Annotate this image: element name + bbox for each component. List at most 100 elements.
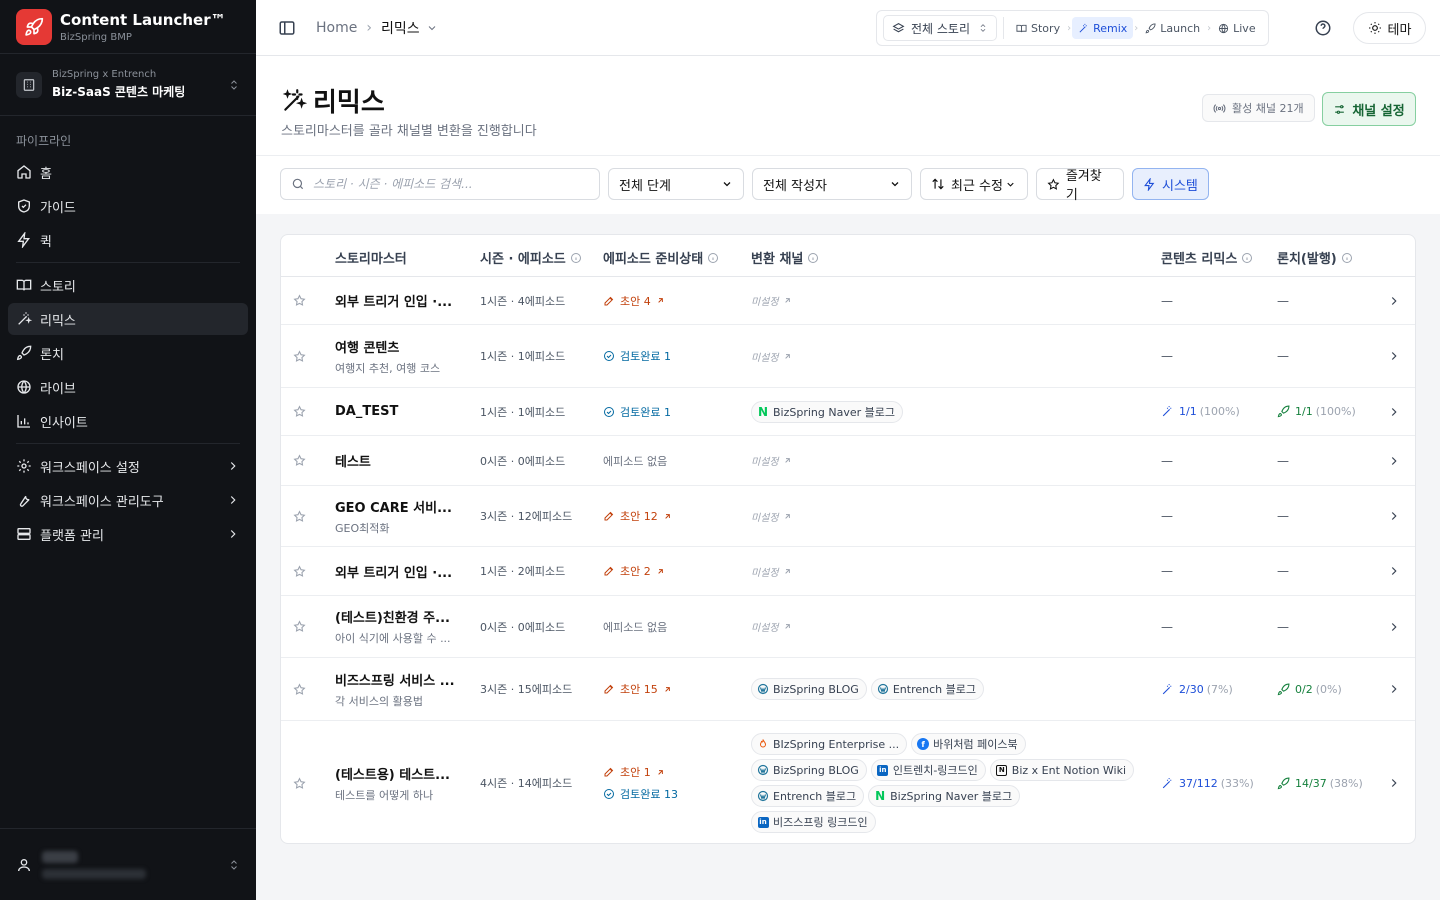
column-header-ready[interactable]: 에피소드 준비상태 xyxy=(603,248,719,267)
pipeline-step-launch[interactable]: Launch xyxy=(1139,17,1206,39)
story-name-cell[interactable]: 테스트 xyxy=(335,436,465,485)
search-input[interactable] xyxy=(313,177,589,191)
favorite-star-icon[interactable] xyxy=(293,388,306,435)
story-name-cell[interactable]: DA_TEST xyxy=(335,388,465,435)
favorites-button[interactable]: 즐겨찾기 xyxy=(1036,168,1124,203)
channel-chip[interactable]: N Biz x Ent Notion Wiki xyxy=(989,759,1135,781)
info-icon[interactable] xyxy=(807,252,819,264)
story-name-cell[interactable]: 외부 트리거 인입 ·... xyxy=(335,277,465,324)
favorite-star-icon[interactable] xyxy=(293,486,306,546)
channel-chip[interactable]: BizSpring BLOG xyxy=(751,678,867,700)
channel-unset[interactable]: 미설정 xyxy=(751,564,1141,579)
pipeline-step-live[interactable]: Live xyxy=(1212,17,1261,39)
launch-progress[interactable]: 0/2 (0%) xyxy=(1277,683,1342,696)
channel-chip[interactable]: in 인트렌치-링크드인 xyxy=(870,759,986,781)
info-icon[interactable] xyxy=(1241,252,1253,264)
channel-chip[interactable]: f 바위처럼 페이스북 xyxy=(911,733,1026,755)
column-header-remix[interactable]: 콘텐츠 리믹스 xyxy=(1161,248,1253,267)
channel-unset[interactable]: 미설정 xyxy=(751,293,1141,308)
chevron-right-icon[interactable] xyxy=(1387,436,1401,485)
channel-unset[interactable]: 미설정 xyxy=(751,619,1141,634)
channel-chip[interactable]: Entrench 블로그 xyxy=(751,785,865,807)
chevron-right-icon[interactable] xyxy=(1387,277,1401,324)
table-row[interactable]: (테스트용) 테스트... 테스트를 어떻게 하나 4시즌 · 14에피소드 초안 1… xyxy=(281,721,1415,843)
arrow-up-right-icon[interactable] xyxy=(663,685,677,694)
sidebar-item-workspace-admin[interactable]: 워크스페이스 관리도구 xyxy=(8,484,248,516)
table-row[interactable]: 외부 트리거 인입 ·... 1시즌 · 4에피소드 초안 4 미설정 — — xyxy=(281,277,1415,325)
sidebar-toggle-icon[interactable] xyxy=(278,19,296,37)
theme-button[interactable]: 테마 xyxy=(1353,12,1426,44)
story-filter-select[interactable]: 전체 스토리 xyxy=(883,15,998,41)
channel-unset[interactable]: 미설정 xyxy=(751,349,1141,364)
breadcrumb-current[interactable]: 리믹스 xyxy=(381,18,420,38)
draft-status[interactable]: 초안 15 xyxy=(603,681,677,697)
favorite-star-icon[interactable] xyxy=(293,658,306,720)
brand[interactable]: Content Launcher™ BizSpring BMP xyxy=(0,0,256,54)
channel-settings-button[interactable]: 채널 설정 xyxy=(1322,92,1416,126)
table-row[interactable]: (테스트)친환경 주... 아이 식기에 사용할 수 ... 0시즌 · 0에피소드… xyxy=(281,596,1415,658)
arrow-up-right-icon[interactable] xyxy=(656,296,670,305)
table-row[interactable]: 외부 트리거 인입 ·... 1시즌 · 2에피소드 초안 2 미설정 — — xyxy=(281,547,1415,596)
chevron-right-icon[interactable] xyxy=(1387,658,1401,720)
channel-chip[interactable]: N BizSpring Naver 블로그 xyxy=(751,400,903,423)
favorite-star-icon[interactable] xyxy=(293,721,306,843)
table-row[interactable]: 테스트 0시즌 · 0에피소드 에피소드 없음 미설정 — — xyxy=(281,436,1415,486)
chevron-right-icon[interactable] xyxy=(1387,325,1401,387)
system-toggle-button[interactable]: 시스템 xyxy=(1132,168,1209,200)
favorite-star-icon[interactable] xyxy=(293,277,306,324)
story-name-cell[interactable]: GEO CARE 서비... GEO최적화 xyxy=(335,486,465,546)
channel-chip[interactable]: Entrench 블로그 xyxy=(870,678,984,700)
channel-chip[interactable]: in 비즈스프링 링크드인 xyxy=(751,811,876,833)
table-row[interactable]: DA_TEST 1시즌 · 1에피소드 검토완료 1 N BizSpring Naver… xyxy=(281,388,1415,436)
sort-select[interactable]: 최근 수정 xyxy=(920,168,1028,200)
draft-status[interactable]: 초안 12 xyxy=(603,508,677,524)
remix-progress[interactable]: 2/30 (7%) xyxy=(1161,683,1233,696)
chevron-down-icon[interactable] xyxy=(426,22,438,34)
workspace-switcher[interactable]: BizSpring x Entrench Biz-SaaS 콘텐츠 마케팅 xyxy=(0,54,256,116)
author-select[interactable]: 전체 작성자 xyxy=(752,168,912,200)
column-header-season[interactable]: 시즌 · 에피소드 xyxy=(480,248,582,267)
story-name-cell[interactable]: 외부 트리거 인입 ·... xyxy=(335,547,465,595)
help-icon[interactable] xyxy=(1314,19,1332,37)
user-menu[interactable] xyxy=(0,828,256,900)
remix-progress[interactable]: 37/112 (33%) xyxy=(1161,777,1254,790)
sidebar-item-insight[interactable]: 인사이트 xyxy=(8,405,248,437)
search-box[interactable] xyxy=(280,168,600,200)
chevron-right-icon[interactable] xyxy=(1387,547,1401,595)
story-name-cell[interactable]: (테스트용) 테스트... 테스트를 어떻게 하나 xyxy=(335,721,465,843)
chevron-right-icon[interactable] xyxy=(1387,721,1401,843)
launch-progress[interactable]: 1/1 (100%) xyxy=(1277,405,1356,418)
chevron-right-icon[interactable] xyxy=(1387,388,1401,435)
channel-chip[interactable]: BizSpring BLOG xyxy=(751,759,867,781)
channel-chip[interactable]: BIzSpring Enterprise ... xyxy=(751,733,908,755)
channel-chip[interactable]: N BizSpring Naver 블로그 xyxy=(868,785,1021,807)
favorite-star-icon[interactable] xyxy=(293,436,306,485)
favorite-star-icon[interactable] xyxy=(293,547,306,595)
story-name-cell[interactable]: (테스트)친환경 주... 아이 식기에 사용할 수 ... xyxy=(335,596,465,657)
sidebar-item-remix[interactable]: 리믹스 xyxy=(8,303,248,335)
arrow-up-right-icon[interactable] xyxy=(663,512,677,521)
stage-select[interactable]: 전체 단계 xyxy=(608,168,744,200)
table-row[interactable]: 비즈스프링 서비스 ... 각 서비스의 활용법 3시즌 · 15에피소드 초안 15… xyxy=(281,658,1415,721)
table-row[interactable]: GEO CARE 서비... GEO최적화 3시즌 · 12에피소드 초안 12 미설정… xyxy=(281,486,1415,547)
story-name-cell[interactable]: 여행 콘텐츠 여행지 추천, 여행 코스 xyxy=(335,325,465,387)
arrow-up-right-icon[interactable] xyxy=(656,768,670,777)
launch-progress[interactable]: 14/37 (38%) xyxy=(1277,777,1363,790)
sidebar-item-home[interactable]: 홈 xyxy=(8,156,248,188)
table-row[interactable]: 여행 콘텐츠 여행지 추천, 여행 코스 1시즌 · 1에피소드 검토완료 1 미설정 —… xyxy=(281,325,1415,388)
sidebar-item-live[interactable]: 라이브 xyxy=(8,371,248,403)
breadcrumb-home[interactable]: Home xyxy=(316,20,357,36)
info-icon[interactable] xyxy=(570,252,582,264)
info-icon[interactable] xyxy=(707,252,719,264)
column-header-channel[interactable]: 변환 채널 xyxy=(751,248,819,267)
info-icon[interactable] xyxy=(1341,252,1353,264)
sidebar-item-launch[interactable]: 론치 xyxy=(8,337,248,369)
column-header-story[interactable]: 스토리마스터 xyxy=(335,248,407,267)
channel-unset[interactable]: 미설정 xyxy=(751,509,1141,524)
favorite-star-icon[interactable] xyxy=(293,596,306,657)
chevron-right-icon[interactable] xyxy=(1387,596,1401,657)
draft-status[interactable]: 초안 2 xyxy=(603,563,670,579)
sidebar-item-story[interactable]: 스토리 xyxy=(8,269,248,301)
chevron-right-icon[interactable] xyxy=(1387,486,1401,546)
column-header-launch[interactable]: 론치(발행) xyxy=(1277,248,1353,267)
